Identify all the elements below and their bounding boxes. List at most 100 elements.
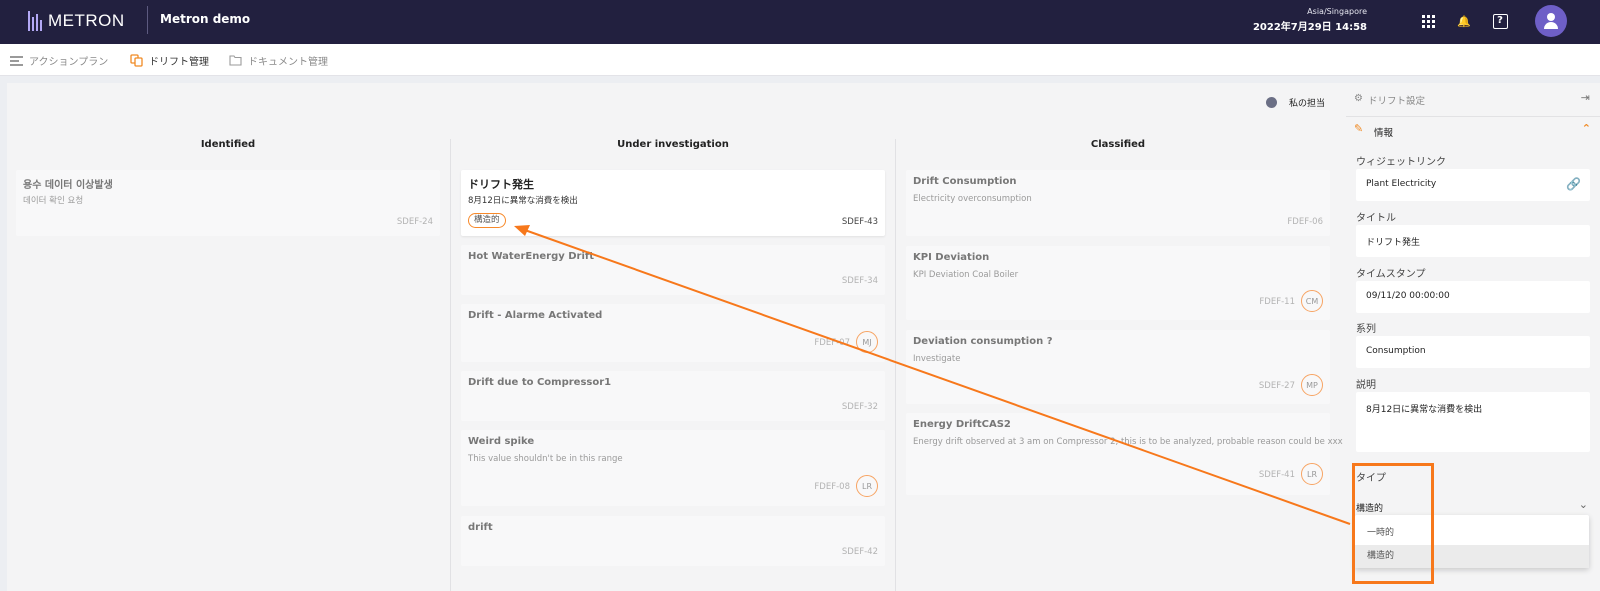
- card-id: SDEF-41: [1258, 470, 1295, 480]
- toggle-dot-icon: [1266, 96, 1277, 108]
- card-description: This value shouldn't be in this range: [468, 454, 623, 464]
- widget-link-label: ウィジェットリンク: [1356, 157, 1446, 168]
- column-divider: [450, 139, 451, 591]
- card-title: 용수 데이터 이상발생: [23, 180, 113, 191]
- description-value: 8月12日に異常な消費を検出: [1366, 405, 1483, 415]
- description-label: 説明: [1356, 380, 1376, 391]
- assignee-badge: LR: [1301, 463, 1323, 485]
- top-bar: METRON Metron demo Asia/Singapore 2022年7…: [0, 0, 1600, 44]
- drift-card[interactable]: Drift due to Compressor1 SDEF-32: [461, 371, 885, 421]
- card-title: Energy DriftCAS2: [913, 419, 1011, 430]
- card-id: SDEF-43: [841, 217, 878, 227]
- drift-card[interactable]: drift SDEF-42: [461, 516, 885, 566]
- assignee-badge: LR: [856, 475, 878, 497]
- card-title: Drift - Alarme Activated: [468, 310, 603, 321]
- card-description: Electricity overconsumption: [913, 194, 1032, 204]
- edit-icon: ✎: [1354, 122, 1364, 135]
- help-icon[interactable]: ?: [1490, 11, 1510, 31]
- list-icon: [10, 54, 23, 66]
- column-title-identified: Identified: [200, 139, 256, 150]
- drift-card[interactable]: 용수 데이터 이상발생 데이터 확인 요청 SDEF-24: [16, 170, 440, 236]
- folder-icon: [229, 54, 242, 66]
- card-description: KPI Deviation Coal Boiler: [913, 270, 1019, 280]
- widget-link-value: Plant Electricity: [1366, 179, 1437, 189]
- section-nav: アクションプラン ドリフト管理 ドキュメント管理: [0, 44, 1600, 76]
- link-icon[interactable]: 🔗: [1566, 177, 1581, 191]
- assignee-badge: CM: [1301, 290, 1323, 312]
- timestamp-value: 09/11/20 00:00:00: [1366, 291, 1450, 301]
- app-name: Metron demo: [160, 12, 251, 26]
- drift-icon: [130, 54, 143, 67]
- series-label: 系列: [1356, 324, 1376, 335]
- widget-link-field[interactable]: Plant Electricity 🔗: [1356, 169, 1590, 201]
- card-title: ドリフト発生: [468, 178, 534, 191]
- title-value: ドリフト発生: [1366, 238, 1421, 248]
- card-id: SDEF-27: [1258, 381, 1295, 391]
- my-items-toggle[interactable]: 私の担当: [1266, 95, 1325, 109]
- nav-document-management[interactable]: ドキュメント管理: [229, 52, 328, 68]
- gear-icon: ⚙: [1354, 93, 1363, 104]
- info-section-label: 情報: [1374, 128, 1394, 139]
- nav-document-management-label: ドキュメント管理: [248, 56, 328, 68]
- assignee-badge: MP: [1301, 374, 1323, 396]
- column-title-classified: Classified: [1090, 139, 1146, 150]
- column-title-under-investigation: Under investigation: [617, 139, 729, 150]
- metron-logo[interactable]: METRON: [28, 8, 125, 34]
- card-description: Investigate: [913, 354, 961, 364]
- timestamp-field[interactable]: 09/11/20 00:00:00: [1356, 281, 1590, 313]
- panel-header: ⚙ ドリフト設定 ⇥: [1346, 83, 1600, 117]
- drift-card[interactable]: Deviation consumption ? Investigate SDEF…: [906, 330, 1330, 404]
- collapse-panel-icon[interactable]: ⇥: [1581, 91, 1590, 104]
- drift-card[interactable]: KPI Deviation KPI Deviation Coal Boiler …: [906, 246, 1330, 320]
- card-title: Deviation consumption ?: [913, 336, 1053, 347]
- card-id: SDEF-24: [396, 217, 433, 227]
- drift-card[interactable]: Hot WaterEnergy Drift SDEF-34: [461, 245, 885, 295]
- card-title: Weird spike: [468, 436, 535, 447]
- series-field[interactable]: Consumption: [1356, 336, 1590, 368]
- apps-grid-icon[interactable]: [1418, 11, 1438, 31]
- topbar-divider: [147, 6, 148, 34]
- card-title: KPI Deviation: [913, 252, 990, 263]
- annotation-highlight-box: [1352, 463, 1434, 584]
- card-id: FDEF-08: [814, 482, 850, 492]
- description-textarea[interactable]: 8月12日に異常な消費を検出: [1356, 392, 1590, 452]
- card-id: SDEF-34: [841, 276, 878, 286]
- title-label: タイトル: [1356, 213, 1396, 224]
- drift-card[interactable]: Drift - Alarme Activated FDEF-07 MJ: [461, 304, 885, 362]
- panel-title: ドリフト設定: [1368, 96, 1426, 107]
- brand-name: METRON: [48, 11, 125, 30]
- info-section-header[interactable]: ✎ 情報 ⌃: [1346, 119, 1600, 145]
- card-description: Energy drift observed at 3 am on Compres…: [913, 437, 1343, 447]
- user-avatar-icon[interactable]: [1535, 5, 1567, 37]
- card-title: Drift Consumption: [913, 176, 1017, 187]
- nav-action-plan-label: アクションプラン: [29, 56, 109, 68]
- nav-drift-management[interactable]: ドリフト管理: [130, 52, 209, 68]
- drift-card-selected[interactable]: ドリフト発生 8月12日に異常な消費を検出 構造的 SDEF-43: [461, 170, 885, 236]
- card-id: SDEF-42: [841, 547, 878, 557]
- card-description: 데이터 확인 요청: [23, 196, 84, 206]
- bell-icon[interactable]: 🔔: [1454, 11, 1474, 31]
- my-items-label: 私の担当: [1289, 98, 1326, 109]
- card-id: SDEF-32: [841, 402, 878, 412]
- drift-card[interactable]: Energy DriftCAS2 Energy drift observed a…: [906, 413, 1343, 495]
- card-title: Hot WaterEnergy Drift: [468, 251, 595, 262]
- card-id: FDEF-06: [1287, 217, 1323, 227]
- column-divider: [895, 139, 896, 591]
- chevron-up-icon: ⌃: [1581, 122, 1591, 135]
- timezone-label: Asia/Singapore: [1307, 7, 1367, 16]
- card-title: drift: [468, 522, 493, 533]
- card-id: FDEF-11: [1259, 297, 1295, 307]
- card-title: Drift due to Compressor1: [468, 377, 612, 388]
- nav-action-plan[interactable]: アクションプラン: [10, 52, 108, 68]
- nav-drift-management-label: ドリフト管理: [149, 56, 209, 68]
- drift-card[interactable]: Weird spike This value shouldn't be in t…: [461, 430, 885, 506]
- assignee-badge: MJ: [856, 331, 878, 353]
- card-description: 8月12日に異常な消費を検出: [468, 196, 578, 206]
- card-id: FDEF-07: [814, 338, 850, 348]
- chevron-down-icon: ⌄: [1578, 498, 1588, 511]
- current-datetime: 2022年7月29日 14:58: [1252, 22, 1367, 33]
- drift-card[interactable]: Drift Consumption Electricity overconsum…: [906, 170, 1330, 236]
- title-field[interactable]: ドリフト発生: [1356, 225, 1590, 257]
- type-tag: 構造的: [468, 213, 506, 228]
- series-value: Consumption: [1366, 346, 1426, 356]
